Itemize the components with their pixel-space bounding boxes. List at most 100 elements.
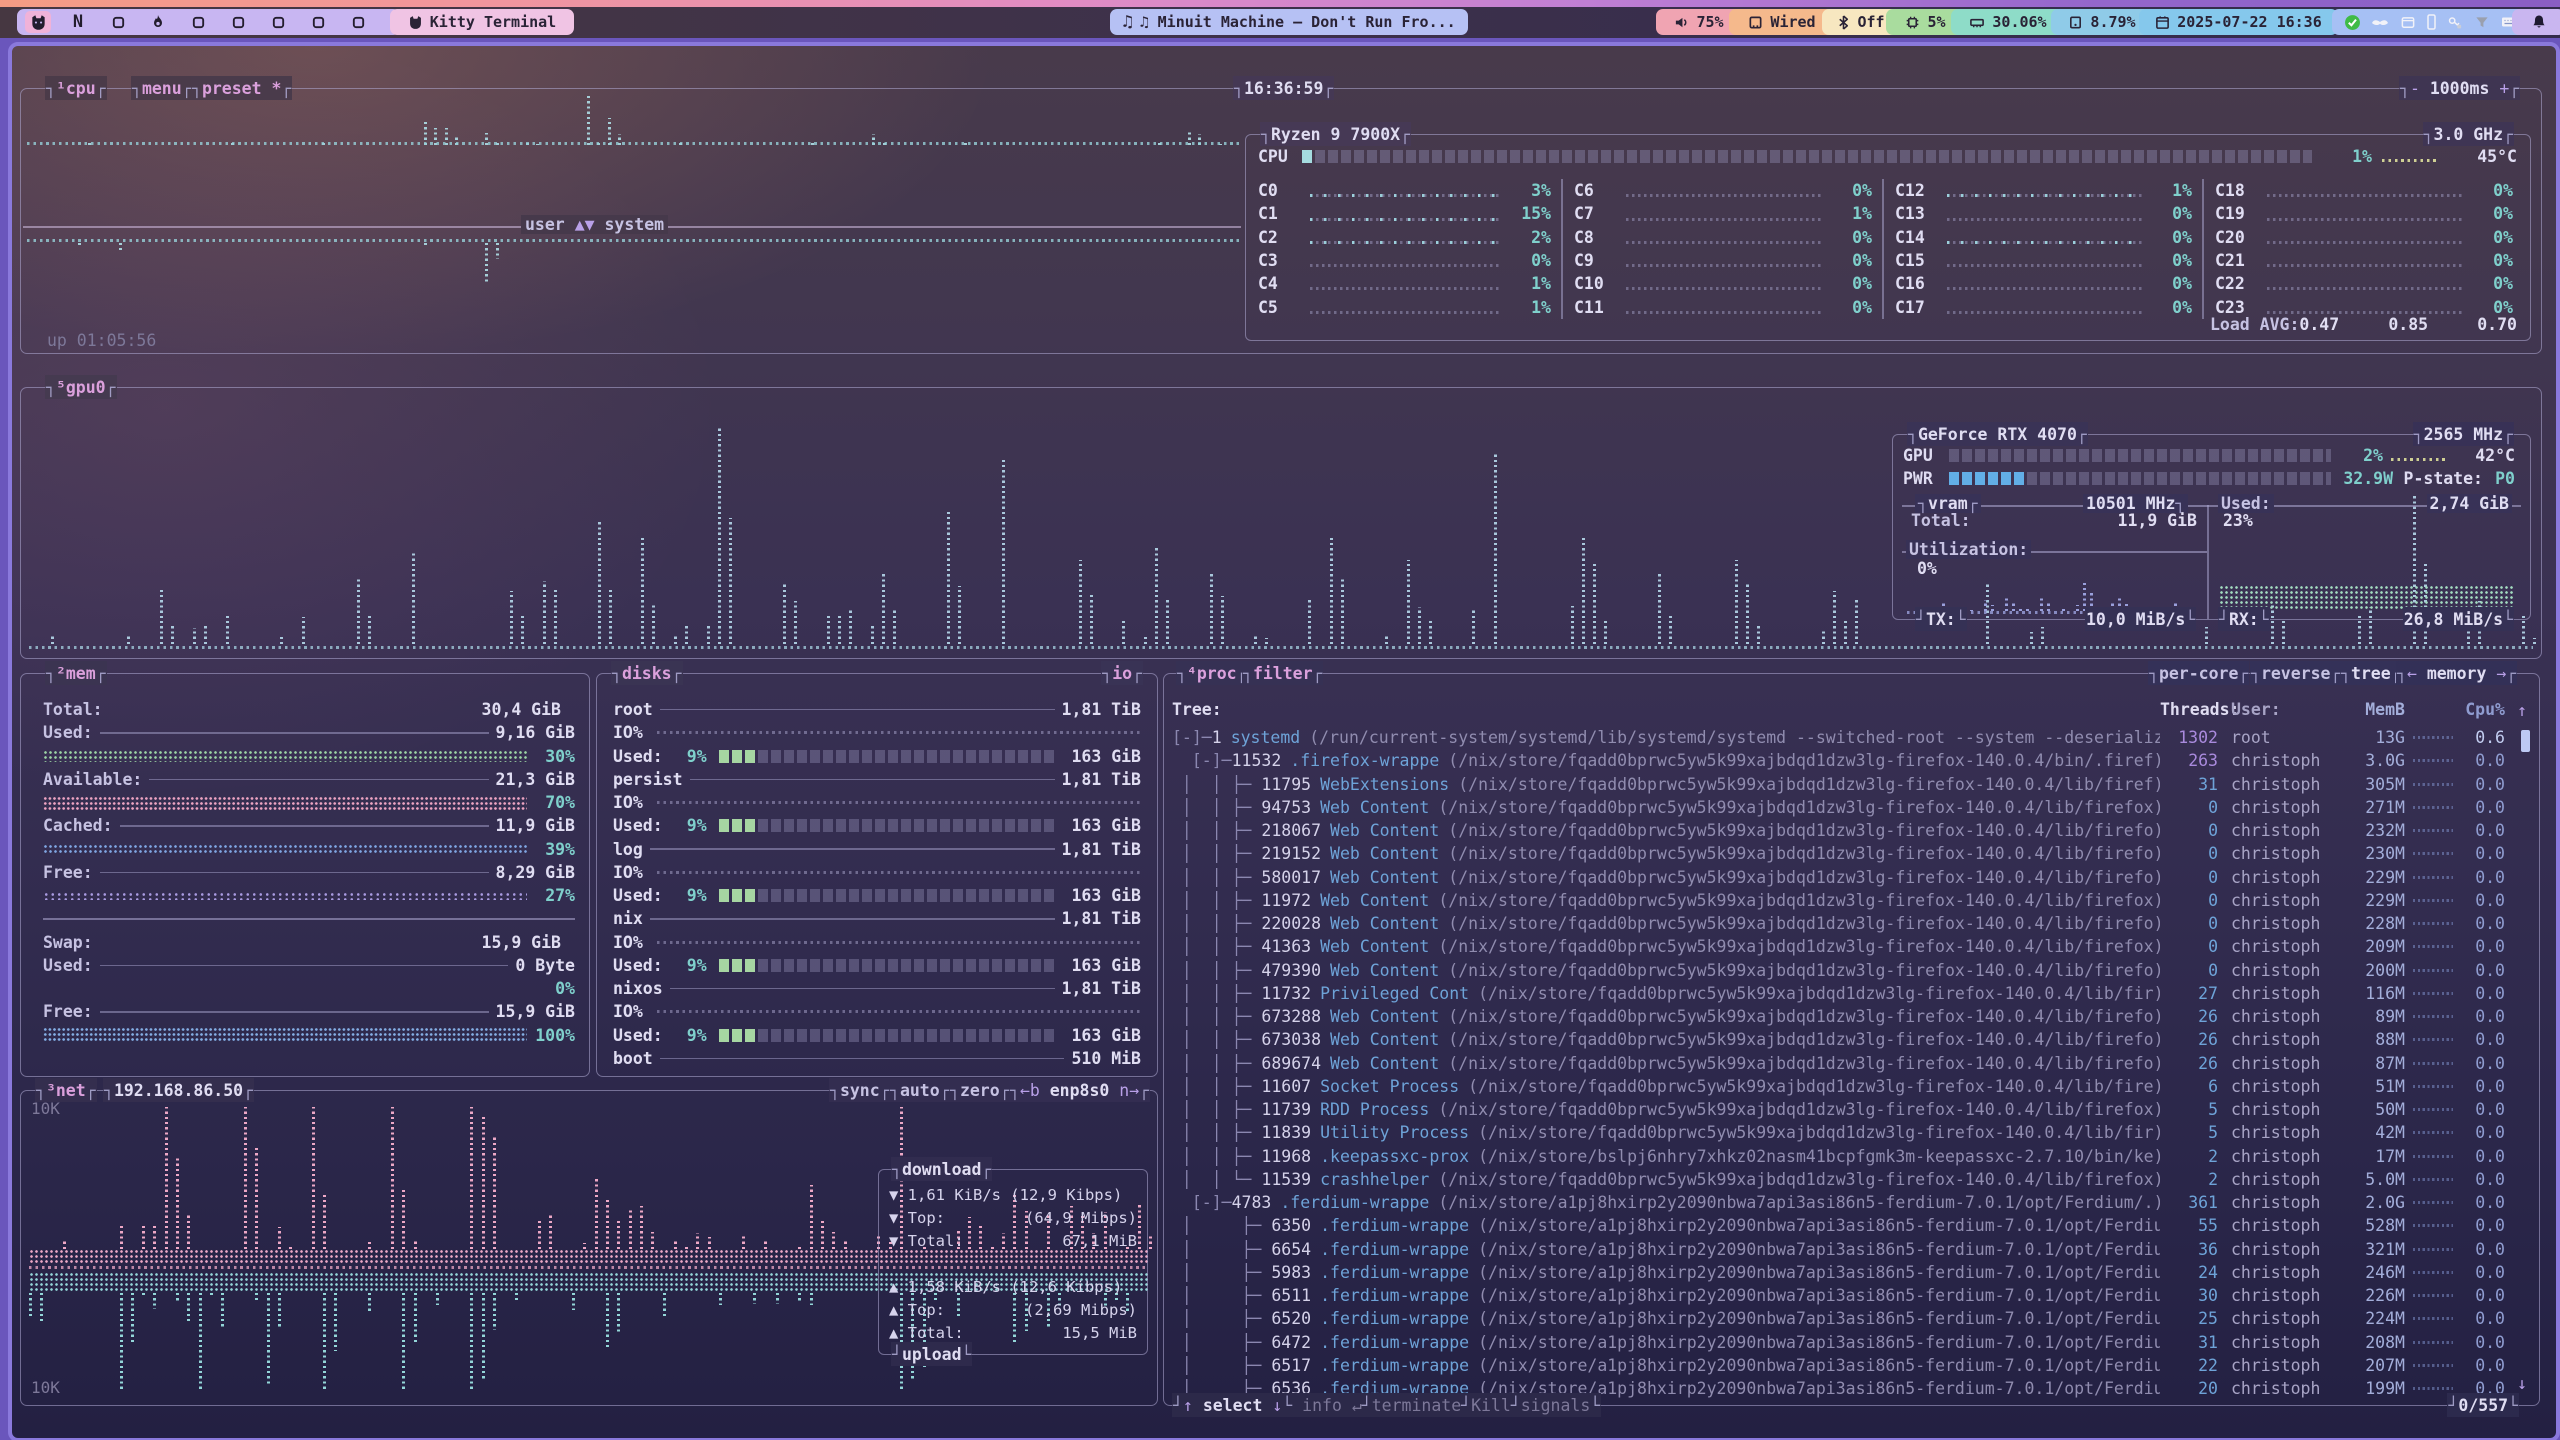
process-row[interactable]: │ │ ├─ 689674Web Content(/nix/store/fqad… <box>1164 1052 2539 1075</box>
scroll-down-indicator[interactable]: ↓ <box>2517 1374 2527 1393</box>
process-row[interactable]: │ ├─ 6654.ferdium-wrappe(/nix/store/a1pj… <box>1164 1238 2539 1261</box>
music-note-icon: ♫ <box>1122 12 1132 32</box>
disk-module[interactable]: 8.79% <box>2051 9 2153 35</box>
kill-button[interactable]: Kill <box>1471 1396 1511 1415</box>
check-circle-icon[interactable] <box>2344 14 2361 31</box>
net-auto-button[interactable]: ┐auto┌ <box>889 1078 951 1102</box>
workspace-flame-icon[interactable] <box>145 11 171 33</box>
cpu-total-pct: 1% <box>2312 147 2372 166</box>
workspace-switcher[interactable]: N <box>17 9 400 35</box>
process-row[interactable]: │ │ ├─ 94753Web Content(/nix/store/fqadd… <box>1164 796 2539 819</box>
network-module[interactable]: Wired <box>1729 9 1835 35</box>
process-row[interactable]: │ │ ├─ 218067Web Content(/nix/store/fqad… <box>1164 819 2539 842</box>
workspace-empty-icon[interactable] <box>105 11 131 33</box>
workspace-empty-icon[interactable] <box>225 11 251 33</box>
net-zero-button[interactable]: ┐zero┌ <box>949 1078 1011 1102</box>
cpu-core: C100% <box>1562 272 1882 295</box>
mustache-icon[interactable] <box>2371 16 2389 28</box>
signals-button[interactable]: signals <box>1521 1396 1591 1415</box>
process-row[interactable]: │ ├─ 5983.ferdium-wrappe(/nix/store/a1pj… <box>1164 1261 2539 1284</box>
cpu-core: C115% <box>1246 202 1561 225</box>
mem-row: Free:8,29 GiB <box>43 861 575 884</box>
process-row[interactable]: │ │ ├─ 673288Web Content(/nix/store/fqad… <box>1164 1005 2539 1028</box>
clock-module[interactable]: 2025-07-22 16:36 <box>2139 9 2338 35</box>
process-row[interactable]: │ │ ├─ 41363Web Content(/nix/store/fqadd… <box>1164 935 2539 958</box>
cpu-core: C200% <box>2203 226 2523 249</box>
process-row[interactable]: │ ├─ 6350.ferdium-wrappe(/nix/store/a1pj… <box>1164 1214 2539 1237</box>
drive-icon <box>2068 15 2083 30</box>
gpu-meter <box>1949 449 2331 462</box>
disk-used-row: Used:9%163 GiB <box>613 814 1141 837</box>
music-player-button[interactable]: ♫ ♫ Minuit Machine – Don't Run Fro... <box>1110 9 1468 35</box>
workspace-empty-icon[interactable] <box>305 11 331 33</box>
process-row[interactable]: │ │ └─ 11539crashhelper(/nix/store/fqadd… <box>1164 1168 2539 1191</box>
process-row[interactable]: [-]─4783.ferdium-wrappe(/nix/store/a1pj8… <box>1164 1191 2539 1214</box>
sort-column-switcher[interactable]: ┐← memory →┌ <box>2396 661 2517 685</box>
cpu-model: ┐Ryzen 9 7900X┌ <box>1260 122 1411 146</box>
update-interval-control[interactable]: ┐- 1000ms +┌ <box>2399 76 2520 100</box>
upload-top-value: (2,69 Mibps) <box>945 1301 1137 1319</box>
process-row[interactable]: │ │ ├─ 673038Web Content(/nix/store/fqad… <box>1164 1028 2539 1051</box>
workspace-empty-icon[interactable] <box>345 11 371 33</box>
disks-panel: ┐disks┌ ┐io┌ root1,81 TiBIO%Used:9%163 G… <box>596 673 1158 1077</box>
interval-minus-button[interactable]: - <box>2410 79 2420 98</box>
gpu-rx-label: ┘RX:└ <box>2218 607 2270 631</box>
scroll-up-indicator[interactable]: ↑ <box>2517 701 2527 720</box>
scrollbar-thumb[interactable] <box>2521 730 2530 752</box>
process-row[interactable]: │ ├─ 6511.ferdium-wrappe(/nix/store/a1pj… <box>1164 1284 2539 1307</box>
funnel-icon[interactable] <box>2474 15 2490 30</box>
window-icon[interactable] <box>2400 15 2416 30</box>
net-sync-button[interactable]: ┐sync┌ <box>829 1078 891 1102</box>
mem-usage-band: 0% <box>43 977 575 1000</box>
workspace-empty-icon[interactable] <box>265 11 291 33</box>
column-threads[interactable]: Threads: <box>2160 700 2218 719</box>
tree-button[interactable]: ┐tree┌ <box>2340 661 2402 685</box>
network-ip: ┐192.168.86.50┌ <box>103 1078 254 1102</box>
memory-module[interactable]: 30.06% <box>1951 9 2065 35</box>
process-row[interactable]: │ │ ├─ 11607Socket Process(/nix/store/fq… <box>1164 1075 2539 1098</box>
process-row[interactable]: [-]─1systemd(/run/current-system/systemd… <box>1164 726 2539 749</box>
workspace-cat-icon[interactable] <box>25 11 51 33</box>
process-row[interactable]: │ ├─ 6520.ferdium-wrappe(/nix/store/a1pj… <box>1164 1307 2539 1330</box>
column-tree[interactable]: Tree: <box>1172 700 1222 719</box>
disks-io-button[interactable]: ┐io┌ <box>1101 661 1143 685</box>
column-memb[interactable]: MemB <box>2341 700 2405 719</box>
focused-window-button[interactable]: Kitty Terminal <box>390 9 574 35</box>
process-row[interactable]: │ │ ├─ 479390Web Content(/nix/store/fqad… <box>1164 959 2539 982</box>
process-row[interactable]: │ │ ├─ 11739RDD Process(/nix/store/fqadd… <box>1164 1098 2539 1121</box>
process-list: [-]─1systemd(/run/current-system/systemd… <box>1164 726 2539 1400</box>
cpu-user-graph <box>27 95 1239 145</box>
interval-plus-button[interactable]: + <box>2499 79 2509 98</box>
process-row[interactable]: │ ├─ 6517.ferdium-wrappe(/nix/store/a1pj… <box>1164 1354 2539 1377</box>
cpu-core: C80% <box>1562 226 1882 249</box>
terminate-button[interactable]: terminate <box>1372 1396 1461 1415</box>
column-cpu[interactable]: Cpu% <box>2461 700 2505 719</box>
process-row[interactable]: │ │ ├─ 580017Web Content(/nix/store/fqad… <box>1164 866 2539 889</box>
column-user[interactable]: User: <box>2218 700 2341 719</box>
process-filter-button[interactable]: ┐filter┌ <box>1242 661 1323 685</box>
process-row[interactable]: │ │ ├─ 11795WebExtensions(/nix/store/fqa… <box>1164 773 2539 796</box>
select-up-arrow[interactable]: ↑ <box>1183 1396 1193 1415</box>
process-column-headers: Tree: Threads: User: MemB Cpu% <box>1164 698 2539 721</box>
mem-row: Free:15,9 GiB <box>43 1000 575 1023</box>
process-row[interactable]: │ │ ├─ 219152Web Content(/nix/store/fqad… <box>1164 842 2539 865</box>
phone-icon[interactable] <box>2426 14 2437 30</box>
download-label: ┐download┌ <box>891 1157 992 1181</box>
reverse-button[interactable]: ┐reverse┌ <box>2250 661 2341 685</box>
vram-total-label: Total: <box>1911 511 1971 530</box>
net-interface-switcher[interactable]: ┐←b enp8s0 n→┌ <box>1009 1078 1150 1102</box>
workspace-empty-icon[interactable] <box>185 11 211 33</box>
process-row[interactable]: │ ├─ 6472.ferdium-wrappe(/nix/store/a1pj… <box>1164 1331 2539 1354</box>
notification-bell[interactable] <box>2512 9 2560 35</box>
info-button[interactable]: info ↵ <box>1302 1396 1362 1415</box>
process-row[interactable]: [-]─11532.firefox-wrappe(/nix/store/fqad… <box>1164 749 2539 772</box>
process-row[interactable]: │ │ ├─ 11839Utility Process(/nix/store/f… <box>1164 1121 2539 1144</box>
key-icon[interactable] <box>2447 15 2463 30</box>
process-row[interactable]: │ │ ├─ 220028Web Content(/nix/store/fqad… <box>1164 912 2539 935</box>
process-row[interactable]: │ │ ├─ 11972Web Content(/nix/store/fqadd… <box>1164 889 2539 912</box>
workspace-nix-icon[interactable]: N <box>65 11 91 33</box>
process-row[interactable]: │ │ ├─ 11732Privileged Cont(/nix/store/f… <box>1164 982 2539 1005</box>
percore-button[interactable]: ┐per-core┌ <box>2148 661 2249 685</box>
select-down-arrow[interactable]: ↓ <box>1272 1396 1282 1415</box>
process-row[interactable]: │ │ ├─ 11968.keepassxc-prox(/nix/store/b… <box>1164 1145 2539 1168</box>
